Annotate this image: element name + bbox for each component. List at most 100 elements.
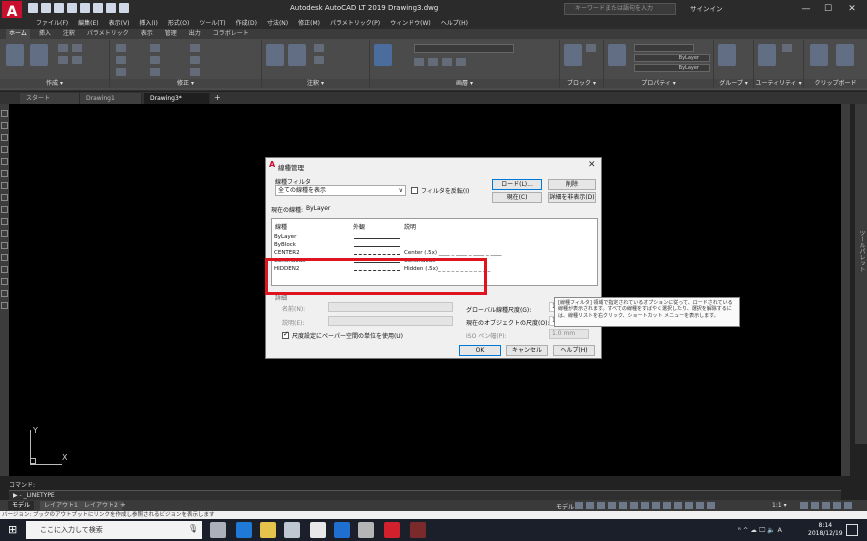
menu-file[interactable]: ファイル(F) [36,18,68,29]
menu-edit[interactable]: 編集(E) [78,18,98,29]
minimize-button[interactable]: — [797,2,815,16]
isodraft-icon[interactable] [619,502,627,509]
layout-tab-model[interactable]: モデル [8,501,35,510]
notification-icon[interactable] [846,524,858,536]
object-snap-icon[interactable] [641,502,649,509]
layer-off-icon[interactable] [414,58,424,66]
tab-annotate[interactable]: 注釈 [60,29,78,39]
fillet-icon[interactable] [190,56,200,64]
menu-view[interactable]: 表示(V) [109,18,130,29]
rectangle-icon[interactable] [58,56,68,64]
file-explorer-icon[interactable] [260,522,276,538]
leader-icon[interactable] [314,44,324,52]
command-input[interactable]: ▶ - _LINETYPE [9,490,841,500]
color-dropdown[interactable] [634,44,694,52]
open-file-icon[interactable] [41,3,51,13]
ortho-icon[interactable] [597,502,605,509]
tab-collaborate[interactable]: コラボレート [210,29,252,39]
annotation-scale[interactable]: 1:1 ▾ [772,502,787,509]
tab-parametric[interactable]: パラメトリック [84,29,132,39]
copy-icon[interactable] [116,56,126,64]
layer-dropdown[interactable] [414,44,514,53]
lineweight-icon[interactable] [652,502,660,509]
linetype-row-bylayer[interactable]: ByLayer [274,233,296,241]
polyline-icon[interactable] [30,44,48,66]
lineweight-dropdown[interactable]: ByLayer [634,64,710,72]
tool-ellipse-icon[interactable] [1,206,8,213]
edge-icon[interactable] [236,522,252,538]
file-tab-start[interactable]: スタート [20,93,80,104]
layer-freeze-icon[interactable] [442,58,452,66]
column-header-description[interactable]: 説明 [404,222,416,231]
column-header-linetype[interactable]: 線種 [275,222,287,231]
measure-icon[interactable] [758,44,776,66]
menu-tools[interactable]: ツール(T) [199,18,225,29]
rotate-icon[interactable] [150,44,160,52]
new-tab-button[interactable]: + [214,93,221,103]
insert-block-icon[interactable] [564,44,582,66]
model-space-toggle[interactable]: モデル [556,502,574,511]
draw-panel-label[interactable]: 作成 ▾ [0,79,109,88]
menu-format[interactable]: 形式(O) [168,18,189,29]
menu-modify[interactable]: 修正(M) [298,18,320,29]
snap-icon[interactable] [586,502,594,509]
file-tab-drawing1[interactable]: Drawing1 [80,93,142,104]
linetype-row-byblock[interactable]: ByBlock [274,241,296,249]
clean-screen-icon[interactable] [833,502,841,509]
menu-parametric[interactable]: パラメトリック(P) [330,18,380,29]
close-button[interactable]: ✕ [843,2,861,16]
annotation-panel-label[interactable]: 注釈 ▾ [262,79,369,88]
groups-panel-label[interactable]: グループ ▾ [714,79,753,88]
utilities-panel-label[interactable]: ユーティリティ ▾ [754,79,803,88]
text-icon[interactable] [266,44,284,66]
invert-filter-checkbox[interactable] [411,187,418,194]
tool-rectangle-icon[interactable] [1,158,8,165]
menu-draw[interactable]: 作成(D) [236,18,257,29]
menu-help[interactable]: ヘルプ(H) [441,18,468,29]
circle-icon[interactable] [58,44,68,52]
annotation-scale-icon[interactable] [707,502,715,509]
taskbar-search-input[interactable]: ここに入力して検索 [26,521,202,539]
polar-icon[interactable] [608,502,616,509]
scale-icon[interactable] [150,68,160,76]
layers-panel-label[interactable]: 画層 ▾ [370,79,559,88]
tool-wipeout-icon[interactable] [1,302,8,309]
plot-icon[interactable] [80,3,90,13]
new-file-icon[interactable] [28,3,38,13]
table-icon[interactable] [314,56,324,64]
search-input[interactable]: キーワードまたは語句を入力 [564,3,676,15]
media-player-icon[interactable] [358,522,374,538]
sign-in-link[interactable]: サインイン [690,3,723,13]
properties-panel-label[interactable]: プロパティ ▾ [604,79,713,88]
trim-icon[interactable] [190,44,200,52]
tab-insert[interactable]: 挿入 [36,29,54,39]
tool-spline-icon[interactable] [1,194,8,201]
save-as-icon[interactable] [67,3,77,13]
current-button[interactable]: 現在(C) [492,192,542,203]
tab-home[interactable]: ホーム [6,29,30,39]
workspace-gear-icon[interactable] [800,502,808,509]
store-icon[interactable] [310,522,326,538]
modify-panel-label[interactable]: 修正 ▾ [110,79,261,88]
menu-dimension[interactable]: 寸法(N) [267,18,288,29]
autocad-taskbar-icon[interactable] [384,522,400,538]
hide-details-button[interactable]: 詳細を非表示(D) [548,192,596,203]
delete-button[interactable]: 削除 [548,179,596,190]
tab-output[interactable]: 出力 [186,29,204,39]
layer-isolate-icon[interactable] [428,58,438,66]
annotation-visibility-icon[interactable] [685,502,693,509]
auto-scale-icon[interactable] [696,502,704,509]
transparency-icon[interactable] [663,502,671,509]
layer-properties-icon[interactable] [374,44,392,66]
app-blue-icon[interactable] [334,522,350,538]
mail-icon[interactable] [284,522,300,538]
block-panel-label[interactable]: ブロック ▾ [560,79,603,88]
tool-palette-label[interactable]: ツールパレット [856,230,866,272]
create-block-icon[interactable] [586,44,596,52]
task-view-icon[interactable] [210,522,226,538]
microphone-icon[interactable]: 🎙 [188,524,198,533]
tab-manage[interactable]: 管理 [162,29,180,39]
grid-icon[interactable] [575,502,583,509]
tab-view[interactable]: 表示 [138,29,156,39]
match-properties-icon[interactable] [608,44,626,66]
